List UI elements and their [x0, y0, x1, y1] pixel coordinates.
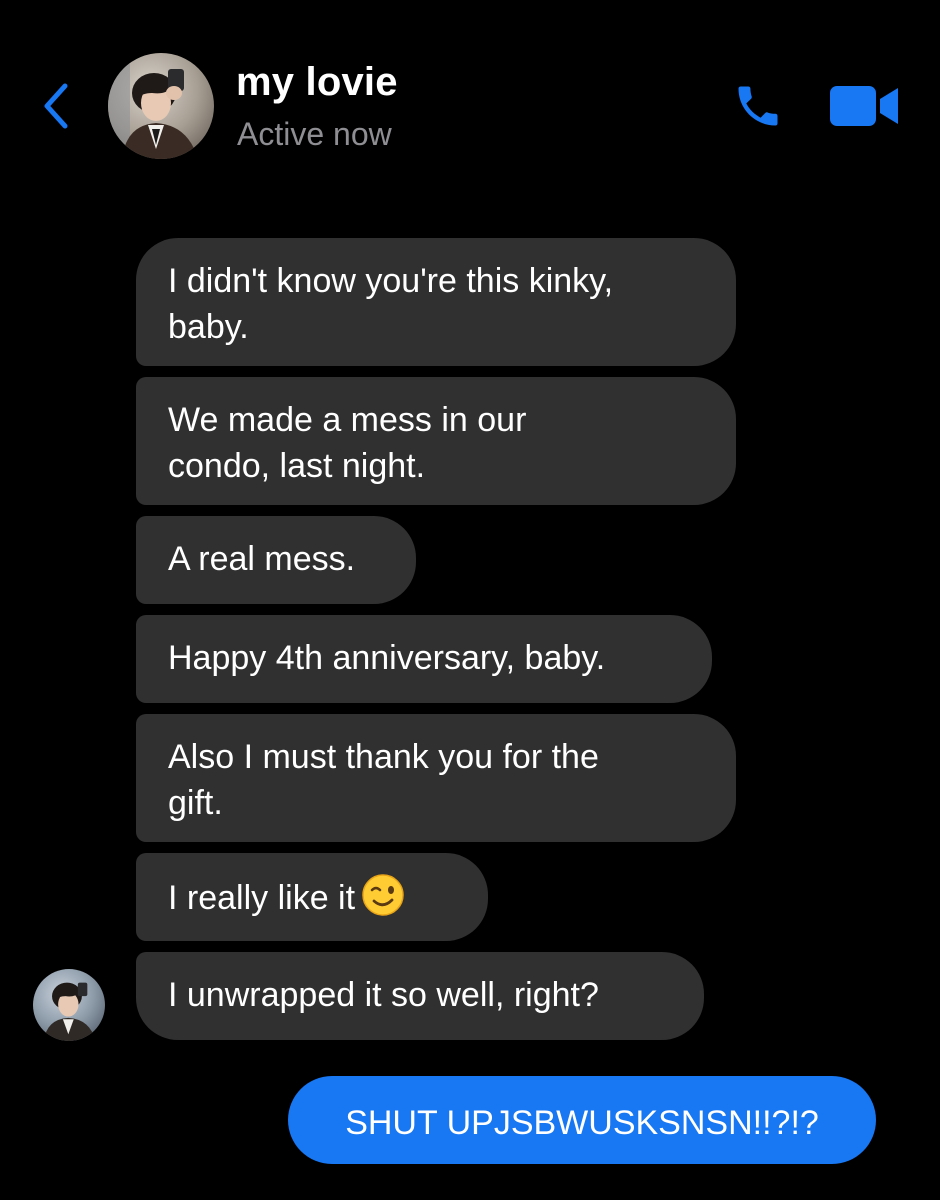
active-status: Active now — [237, 116, 392, 152]
message-text: I really like it — [168, 879, 356, 917]
conversation-header: my lovie Active now — [0, 0, 940, 200]
message-text: I didn't know you're this kinky, — [168, 262, 614, 300]
message-text: We made a mess in our — [168, 401, 527, 439]
message-text: SHUT UPJSBWUSKSNSN!!?!? — [345, 1104, 819, 1142]
message-text: Also I must thank you for the — [168, 738, 599, 776]
message-text: A real mess. — [168, 540, 356, 578]
message-text: condo, last night. — [168, 447, 426, 485]
message-bubble-outgoing[interactable]: SHUT UPJSBWUSKSNSN!!?!? — [288, 1076, 876, 1164]
phone-icon — [738, 86, 778, 126]
contact-name[interactable]: my lovie — [236, 60, 398, 105]
video-camera-icon — [830, 86, 898, 126]
message-text: I unwrapped it so well, right? — [168, 976, 599, 1014]
message-text: Happy 4th anniversary, baby. — [168, 639, 606, 677]
message-bubble[interactable]: I unwrapped it so well, right? — [136, 952, 704, 1040]
message-bubble[interactable]: I didn't know you're this kinky, baby. — [136, 238, 736, 366]
back-button[interactable] — [34, 76, 78, 136]
chevron-left-icon — [44, 83, 68, 129]
contact-avatar[interactable] — [108, 53, 214, 159]
winking-face-emoji — [361, 873, 405, 917]
message-text: gift. — [168, 784, 223, 822]
message-bubble[interactable]: Happy 4th anniversary, baby. — [136, 615, 712, 703]
message-text: baby. — [168, 308, 249, 346]
message-bubble[interactable]: A real mess. — [136, 516, 416, 604]
message-bubble[interactable]: Also I must thank you for the gift. — [136, 714, 736, 842]
message-bubble[interactable]: We made a mess in our condo, last night. — [136, 377, 736, 505]
audio-call-button[interactable] — [726, 76, 790, 136]
message-bubble[interactable]: I really like it — [136, 853, 488, 941]
sender-avatar[interactable] — [33, 969, 105, 1041]
video-call-button[interactable] — [824, 78, 904, 134]
